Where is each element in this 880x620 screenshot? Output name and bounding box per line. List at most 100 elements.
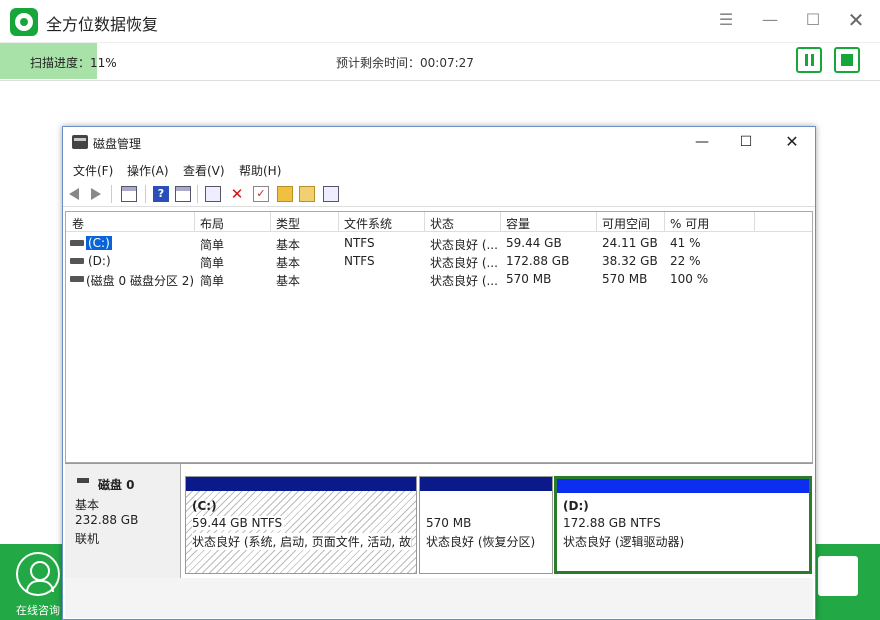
disk-management-window: 磁盘管理 — ☐ ✕ 文件(F) 操作(A) 查看(V) 帮助(H) ? ✕ ✓… [62,126,816,620]
menu-view[interactable]: 查看(V) [183,162,225,179]
volume-layout: 简单 [200,256,225,270]
volume-capacity: 570 MB [506,272,552,286]
col-status[interactable]: 状态 [430,215,454,232]
list-view-icon[interactable] [175,186,191,202]
volume-fs: NTFS [344,236,375,250]
col-layout[interactable]: 布局 [200,215,224,232]
forward-icon[interactable] [91,188,101,200]
maximize-button[interactable]: ☐ [801,8,825,32]
app-title: 全方位数据恢复 [46,15,159,34]
close-button[interactable]: ✕ [844,8,868,32]
col-volume[interactable]: 卷 [72,215,84,232]
disk-kind: 基本 [75,498,100,512]
volume-pct: 41 % [670,236,701,250]
console-tree-icon[interactable] [121,186,137,202]
app-titlebar: 全方位数据恢复 ☰ — ☐ ✕ [0,0,880,42]
volume-row[interactable]: (D:) 简单 基本 NTFS 状态良好 (... 172.88 GB 38.3… [66,252,812,270]
volume-free: 38.32 GB [602,254,658,268]
volume-layout: 简单 [200,238,225,252]
menu-action[interactable]: 操作(A) [127,162,169,179]
volume-name: (D:) [88,254,111,268]
menu-help[interactable]: 帮助(H) [239,162,281,179]
open-folder-icon[interactable] [277,186,293,202]
dm-menubar: 文件(F) 操作(A) 查看(V) 帮助(H) [63,157,815,181]
search-folder-icon[interactable] [299,186,315,202]
side-card [818,556,858,596]
volume-name: (磁盘 0 磁盘分区 2) [86,274,195,288]
volume-fs: NTFS [344,254,375,268]
partition-c[interactable]: (C:) 59.44 GB NTFS 状态良好 (系统, 启动, 页面文件, 活… [185,476,417,574]
online-consult-icon[interactable] [16,552,60,596]
partition-status: 状态良好 (系统, 启动, 页面文件, 活动, 故障 [192,533,412,550]
minimize-button[interactable]: — [758,8,782,32]
disk-graphic-view: 磁盘 0 基本 232.88 GB 联机 (C:) 59.44 GB NTFS … [65,463,813,618]
connect-disk-icon[interactable] [205,186,221,202]
disk-size: 232.88 GB [75,513,139,527]
volume-free: 570 MB [602,272,648,286]
drive-icon [70,276,84,282]
scan-progress-label: 扫描进度：11% [30,56,117,70]
disk-info-panel[interactable]: 磁盘 0 基本 232.88 GB 联机 [65,464,181,578]
partition-label: (C:) [192,499,217,513]
disk-management-icon [72,135,88,149]
volume-name: (C:) [86,236,112,250]
partition-size: 570 MB [426,516,472,530]
partition-size: 172.88 GB NTFS [563,516,661,530]
remaining-time-label: 预计剩余时间：00:07:27 [336,56,474,70]
properties-icon[interactable] [323,186,339,202]
volume-free: 24.11 GB [602,236,658,250]
stop-button[interactable] [834,47,860,73]
partition-size: 59.44 GB NTFS [192,516,285,530]
dm-title: 磁盘管理 [93,137,142,151]
col-pct-free[interactable]: % 可用 [670,215,709,232]
volume-status: 状态良好 (... [430,238,498,252]
volume-list: 卷 布局 类型 文件系统 状态 容量 可用空间 % 可用 (C:) 简单 基本 … [65,211,813,463]
delete-icon[interactable]: ✕ [229,186,245,202]
volume-type: 基本 [276,256,301,270]
partition-status: 状态良好 (逻辑驱动器) [563,535,685,549]
menu-file[interactable]: 文件(F) [73,162,113,179]
scan-progress-row: 扫描进度：11% 预计剩余时间：00:07:27 [0,42,880,80]
online-consult-label[interactable]: 在线咨询 [16,602,60,618]
drive-icon [70,240,84,246]
col-capacity[interactable]: 容量 [506,215,530,232]
back-icon[interactable] [69,188,79,200]
volume-list-header: 卷 布局 类型 文件系统 状态 容量 可用空间 % 可用 [66,212,812,232]
col-filesystem[interactable]: 文件系统 [344,215,392,232]
pause-button[interactable] [796,47,822,73]
app-logo-icon [10,8,38,36]
volume-pct: 22 % [670,254,701,268]
partition-status: 状态良好 (恢复分区) [426,535,536,549]
dm-minimize-button[interactable]: — [687,132,717,152]
partition-bar [420,477,552,491]
volume-capacity: 59.44 GB [506,236,562,250]
volume-type: 基本 [276,238,301,252]
help-icon[interactable]: ? [153,186,169,202]
partition-recovery[interactable]: 570 MB 状态良好 (恢复分区) [419,476,553,574]
dm-toolbar: ? ✕ ✓ [63,181,815,207]
dm-maximize-button[interactable]: ☐ [731,132,761,152]
volume-type: 基本 [276,274,301,288]
disk-icon [77,478,89,483]
col-type[interactable]: 类型 [276,215,300,232]
graphic-view-scroll-area [65,578,813,618]
volume-status: 状态良好 (... [430,256,498,270]
menu-icon[interactable]: ☰ [714,8,738,32]
partition-bar [557,479,809,493]
dm-titlebar: 磁盘管理 — ☐ ✕ [63,127,815,157]
volume-layout: 简单 [200,274,225,288]
volume-pct: 100 % [670,272,709,286]
partition-bar [186,477,416,491]
dm-close-button[interactable]: ✕ [777,132,807,152]
drive-icon [70,258,84,264]
volume-status: 状态良好 (... [430,274,498,288]
volume-row[interactable]: (C:) 简单 基本 NTFS 状态良好 (... 59.44 GB 24.11… [66,234,812,252]
partition-label: (D:) [563,499,589,513]
disk-state: 联机 [75,532,100,546]
volume-capacity: 172.88 GB [506,254,570,268]
volume-row[interactable]: (磁盘 0 磁盘分区 2) 简单 基本 状态良好 (... 570 MB 570… [66,270,812,288]
partition-d[interactable]: (D:) 172.88 GB NTFS 状态良好 (逻辑驱动器) [554,476,812,574]
disk-name: 磁盘 0 [98,478,135,492]
col-free[interactable]: 可用空间 [602,215,650,232]
checklist-icon[interactable]: ✓ [253,186,269,202]
